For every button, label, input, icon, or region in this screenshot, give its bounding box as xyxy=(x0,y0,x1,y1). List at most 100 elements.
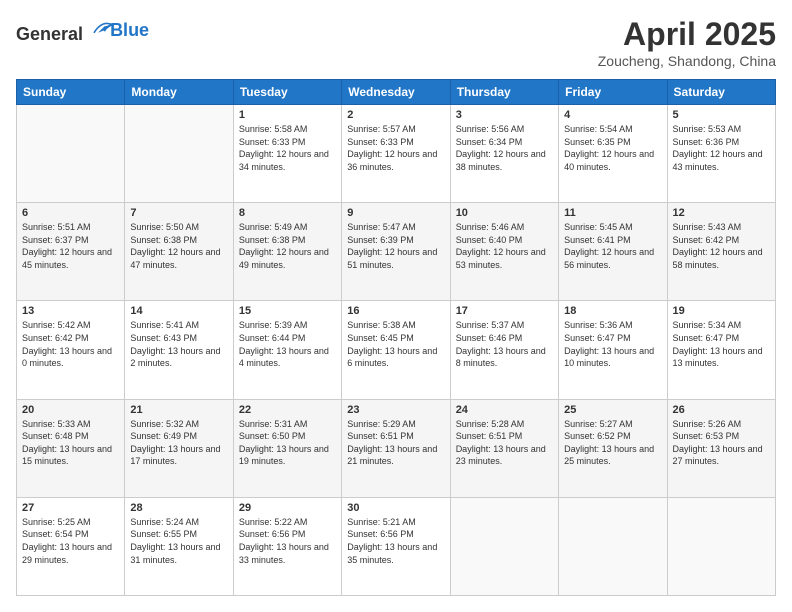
day-info: Sunrise: 5:26 AMSunset: 6:53 PMDaylight:… xyxy=(673,418,770,468)
calendar-day-header: Friday xyxy=(559,80,667,105)
day-info: Sunrise: 5:46 AMSunset: 6:40 PMDaylight:… xyxy=(456,221,553,271)
calendar-day-header: Saturday xyxy=(667,80,775,105)
day-info: Sunrise: 5:58 AMSunset: 6:33 PMDaylight:… xyxy=(239,123,336,173)
title-block: April 2025 Zoucheng, Shandong, China xyxy=(598,16,776,69)
day-info: Sunrise: 5:50 AMSunset: 6:38 PMDaylight:… xyxy=(130,221,227,271)
day-info: Sunrise: 5:45 AMSunset: 6:41 PMDaylight:… xyxy=(564,221,661,271)
logo-blue: Blue xyxy=(110,20,149,41)
calendar-cell: 20 Sunrise: 5:33 AMSunset: 6:48 PMDayligh… xyxy=(17,399,125,497)
day-number: 3 xyxy=(456,109,553,121)
day-info: Sunrise: 5:37 AMSunset: 6:46 PMDaylight:… xyxy=(456,319,553,369)
day-info: Sunrise: 5:29 AMSunset: 6:51 PMDaylight:… xyxy=(347,418,444,468)
day-info: Sunrise: 5:34 AMSunset: 6:47 PMDaylight:… xyxy=(673,319,770,369)
day-info: Sunrise: 5:51 AMSunset: 6:37 PMDaylight:… xyxy=(22,221,119,271)
calendar-week-row: 6 Sunrise: 5:51 AMSunset: 6:37 PMDaylight… xyxy=(17,203,776,301)
day-number: 14 xyxy=(130,305,227,317)
calendar-cell: 11 Sunrise: 5:45 AMSunset: 6:41 PMDayligh… xyxy=(559,203,667,301)
calendar-cell: 16Sunrise: 5:38 AMSunset: 6:45 PMDayligh… xyxy=(342,301,450,399)
day-info: Sunrise: 5:28 AMSunset: 6:51 PMDaylight:… xyxy=(456,418,553,468)
calendar-cell: 29Sunrise: 5:22 AMSunset: 6:56 PMDayligh… xyxy=(233,497,341,595)
calendar-table: SundayMondayTuesdayWednesdayThursdayFrid… xyxy=(16,79,776,596)
logo-text: General Blue xyxy=(16,16,149,45)
day-info: Sunrise: 5:21 AMSunset: 6:56 PMDaylight:… xyxy=(347,516,444,566)
day-number: 28 xyxy=(130,502,227,514)
day-info: Sunrise: 5:32 AMSunset: 6:49 PMDaylight:… xyxy=(130,418,227,468)
day-number: 21 xyxy=(130,404,227,416)
calendar-day-header: Wednesday xyxy=(342,80,450,105)
calendar-cell xyxy=(125,105,233,203)
day-number: 1 xyxy=(239,109,336,121)
day-info: Sunrise: 5:49 AMSunset: 6:38 PMDaylight:… xyxy=(239,221,336,271)
day-number: 6 xyxy=(22,207,119,219)
calendar-day-header: Sunday xyxy=(17,80,125,105)
day-info: Sunrise: 5:41 AMSunset: 6:43 PMDaylight:… xyxy=(130,319,227,369)
calendar-cell: 14 Sunrise: 5:41 AMSunset: 6:43 PMDayligh… xyxy=(125,301,233,399)
day-info: Sunrise: 5:27 AMSunset: 6:52 PMDaylight:… xyxy=(564,418,661,468)
day-info: Sunrise: 5:33 AMSunset: 6:48 PMDaylight:… xyxy=(22,418,119,468)
calendar-day-header: Monday xyxy=(125,80,233,105)
calendar-day-header: Thursday xyxy=(450,80,558,105)
day-info: Sunrise: 5:53 AMSunset: 6:36 PMDaylight:… xyxy=(673,123,770,173)
day-number: 19 xyxy=(673,305,770,317)
day-number: 7 xyxy=(130,207,227,219)
day-number: 23 xyxy=(347,404,444,416)
day-number: 9 xyxy=(347,207,444,219)
day-info: Sunrise: 5:43 AMSunset: 6:42 PMDaylight:… xyxy=(673,221,770,271)
calendar-cell: 22 Sunrise: 5:31 AMSunset: 6:50 PMDayligh… xyxy=(233,399,341,497)
day-number: 16 xyxy=(347,305,444,317)
calendar-cell: 28 Sunrise: 5:24 AMSunset: 6:55 PMDayligh… xyxy=(125,497,233,595)
day-info: Sunrise: 5:36 AMSunset: 6:47 PMDaylight:… xyxy=(564,319,661,369)
calendar-cell: 13 Sunrise: 5:42 AMSunset: 6:42 PMDayligh… xyxy=(17,301,125,399)
day-number: 13 xyxy=(22,305,119,317)
calendar-cell: 25 Sunrise: 5:27 AMSunset: 6:52 PMDayligh… xyxy=(559,399,667,497)
calendar-cell: 21 Sunrise: 5:32 AMSunset: 6:49 PMDayligh… xyxy=(125,399,233,497)
calendar-cell: 19 Sunrise: 5:34 AMSunset: 6:47 PMDayligh… xyxy=(667,301,775,399)
calendar-cell: 10 Sunrise: 5:46 AMSunset: 6:40 PMDayligh… xyxy=(450,203,558,301)
calendar-week-row: 13 Sunrise: 5:42 AMSunset: 6:42 PMDayligh… xyxy=(17,301,776,399)
day-number: 12 xyxy=(673,207,770,219)
calendar-cell: 6 Sunrise: 5:51 AMSunset: 6:37 PMDaylight… xyxy=(17,203,125,301)
calendar-cell xyxy=(667,497,775,595)
calendar-day-header: Tuesday xyxy=(233,80,341,105)
calendar-cell: 23 Sunrise: 5:29 AMSunset: 6:51 PMDayligh… xyxy=(342,399,450,497)
day-info: Sunrise: 5:54 AMSunset: 6:35 PMDaylight:… xyxy=(564,123,661,173)
day-info: Sunrise: 5:42 AMSunset: 6:42 PMDaylight:… xyxy=(22,319,119,369)
day-info: Sunrise: 5:56 AMSunset: 6:34 PMDaylight:… xyxy=(456,123,553,173)
calendar-cell: 17 Sunrise: 5:37 AMSunset: 6:46 PMDayligh… xyxy=(450,301,558,399)
calendar-cell: 27 Sunrise: 5:25 AMSunset: 6:54 PMDayligh… xyxy=(17,497,125,595)
day-number: 24 xyxy=(456,404,553,416)
day-number: 25 xyxy=(564,404,661,416)
day-info: Sunrise: 5:22 AMSunset: 6:56 PMDaylight:… xyxy=(239,516,336,566)
day-number: 20 xyxy=(22,404,119,416)
logo-general: General xyxy=(16,24,83,44)
day-number: 11 xyxy=(564,207,661,219)
day-number: 8 xyxy=(239,207,336,219)
page: General Blue April 2025 Zoucheng, Shando… xyxy=(0,0,792,612)
header: General Blue April 2025 Zoucheng, Shando… xyxy=(16,16,776,69)
day-info: Sunrise: 5:24 AMSunset: 6:55 PMDaylight:… xyxy=(130,516,227,566)
calendar-cell: 30Sunrise: 5:21 AMSunset: 6:56 PMDayligh… xyxy=(342,497,450,595)
calendar-cell: 9Sunrise: 5:47 AMSunset: 6:39 PMDaylight… xyxy=(342,203,450,301)
calendar-cell: 12 Sunrise: 5:43 AMSunset: 6:42 PMDayligh… xyxy=(667,203,775,301)
calendar-cell: 18Sunrise: 5:36 AMSunset: 6:47 PMDayligh… xyxy=(559,301,667,399)
calendar-cell: 26Sunrise: 5:26 AMSunset: 6:53 PMDayligh… xyxy=(667,399,775,497)
day-info: Sunrise: 5:57 AMSunset: 6:33 PMDaylight:… xyxy=(347,123,444,173)
day-number: 22 xyxy=(239,404,336,416)
day-info: Sunrise: 5:31 AMSunset: 6:50 PMDaylight:… xyxy=(239,418,336,468)
day-number: 27 xyxy=(22,502,119,514)
calendar-cell xyxy=(17,105,125,203)
calendar-cell: 1 Sunrise: 5:58 AMSunset: 6:33 PMDaylight… xyxy=(233,105,341,203)
calendar-cell: 7 Sunrise: 5:50 AMSunset: 6:38 PMDaylight… xyxy=(125,203,233,301)
day-info: Sunrise: 5:25 AMSunset: 6:54 PMDaylight:… xyxy=(22,516,119,566)
day-number: 10 xyxy=(456,207,553,219)
calendar-header-row: SundayMondayTuesdayWednesdayThursdayFrid… xyxy=(17,80,776,105)
day-info: Sunrise: 5:39 AMSunset: 6:44 PMDaylight:… xyxy=(239,319,336,369)
calendar-week-row: 20 Sunrise: 5:33 AMSunset: 6:48 PMDayligh… xyxy=(17,399,776,497)
subtitle: Zoucheng, Shandong, China xyxy=(598,53,776,69)
calendar-cell: 24 Sunrise: 5:28 AMSunset: 6:51 PMDayligh… xyxy=(450,399,558,497)
day-number: 17 xyxy=(456,305,553,317)
calendar-cell: 8 Sunrise: 5:49 AMSunset: 6:38 PMDaylight… xyxy=(233,203,341,301)
day-number: 5 xyxy=(673,109,770,121)
day-number: 2 xyxy=(347,109,444,121)
calendar-cell: 2 Sunrise: 5:57 AMSunset: 6:33 PMDaylight… xyxy=(342,105,450,203)
